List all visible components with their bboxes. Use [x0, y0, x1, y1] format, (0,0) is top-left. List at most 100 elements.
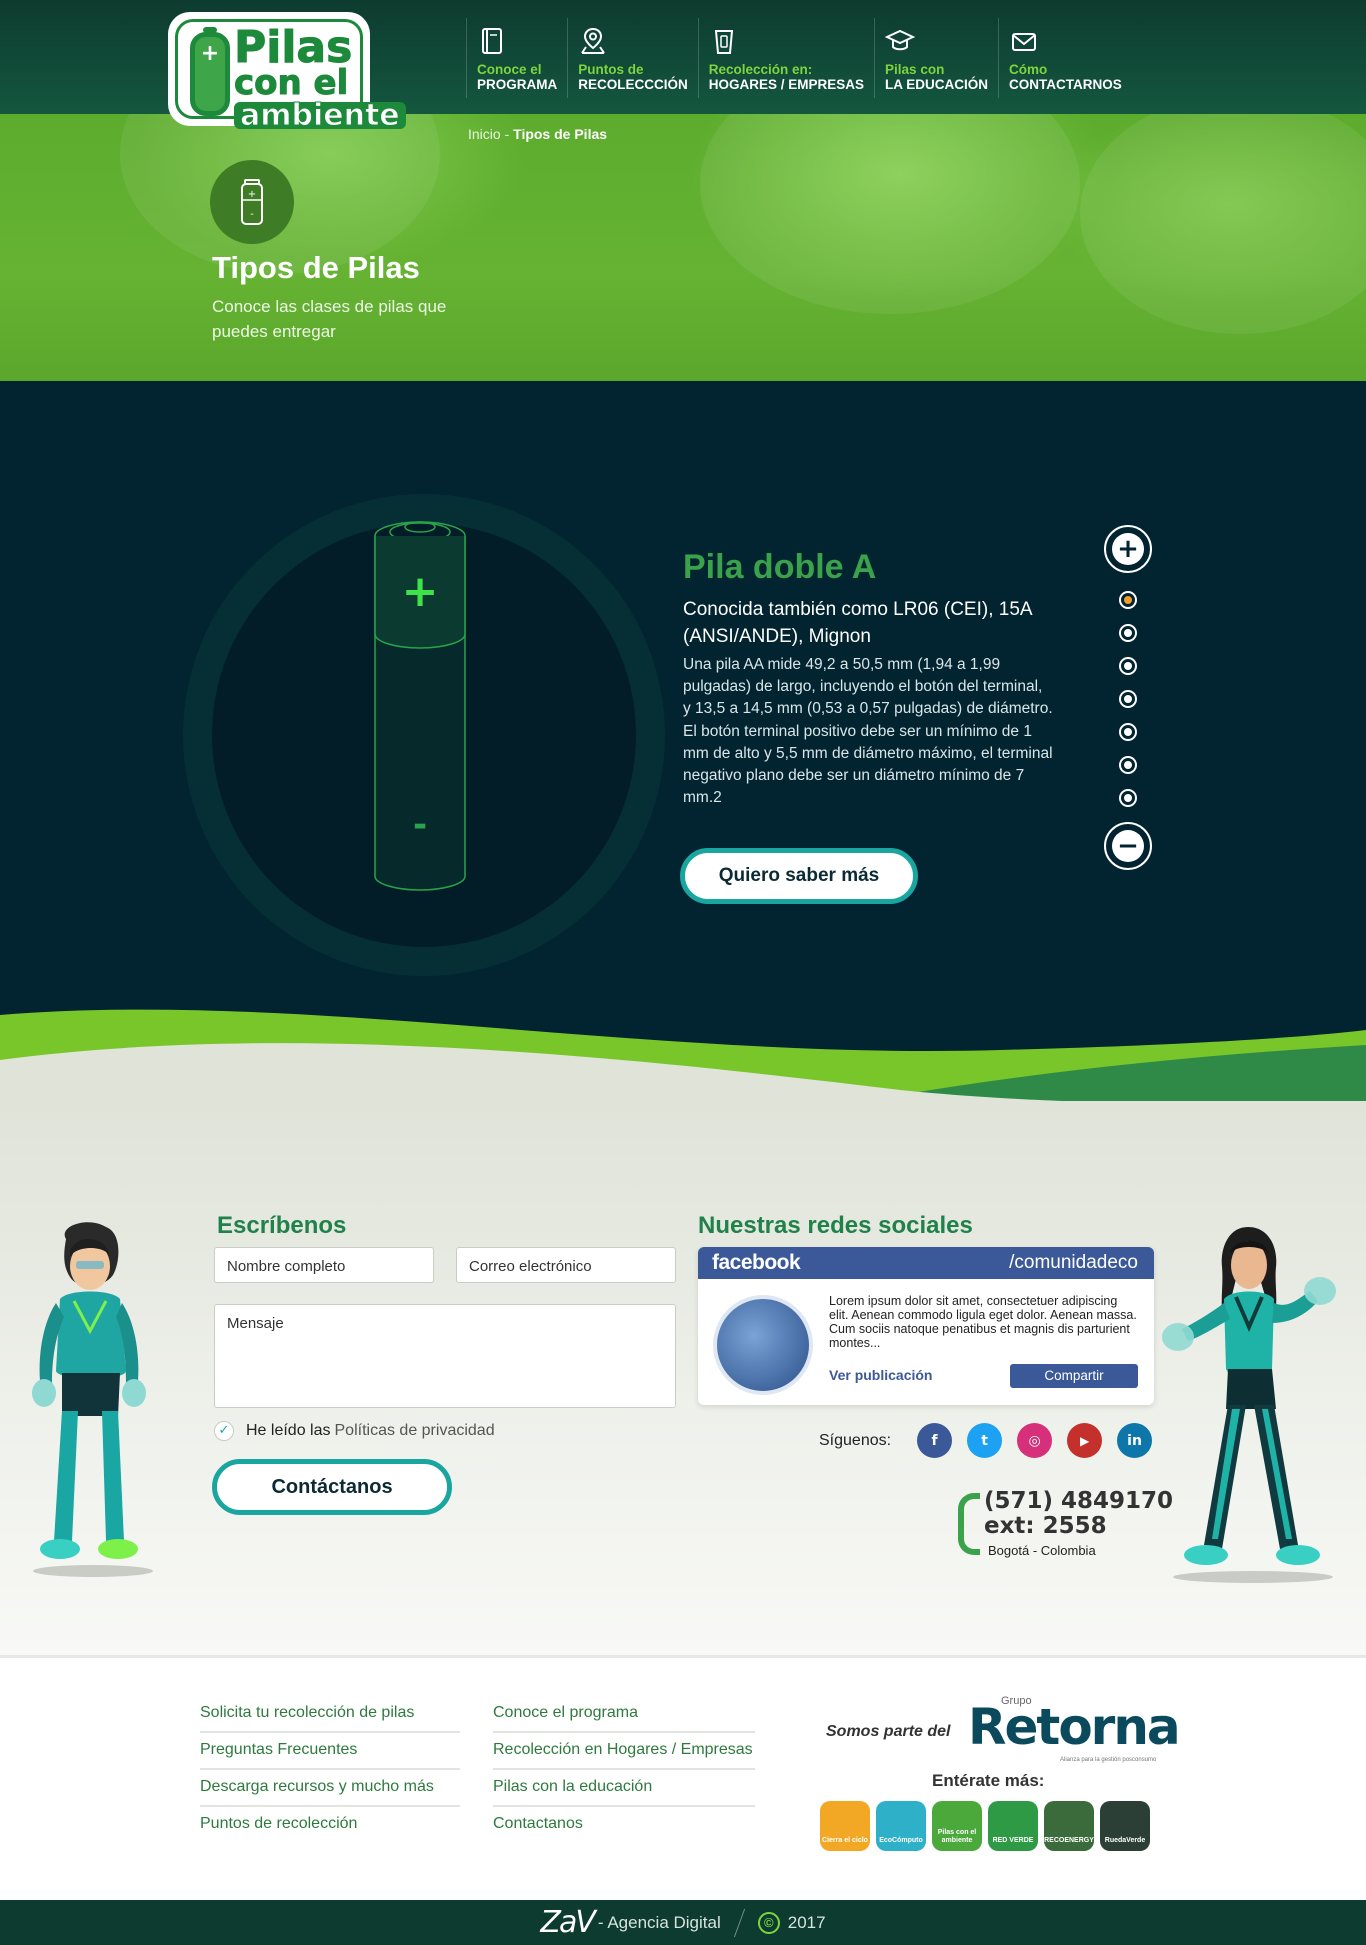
nav-label-bottom: RECOLECCCIÓN [578, 77, 688, 92]
share-button[interactable]: Compartir [1010, 1364, 1138, 1388]
message-field[interactable]: Mensaje [214, 1304, 676, 1408]
twitter-icon[interactable]: t [967, 1423, 1003, 1458]
nav-label-bottom: CONTACTARNOS [1009, 77, 1122, 92]
page-hero: Inicio - Tipos de Pilas + - Tipos de Pil… [0, 114, 1366, 381]
linkedin-icon[interactable]: in [1117, 1423, 1153, 1458]
facebook-brand: facebook [712, 1251, 801, 1274]
plus-icon: + [1112, 533, 1144, 565]
slider-dot[interactable] [1119, 789, 1137, 807]
privacy-consent: ✓ He leído las Políticas de privacidad [214, 1421, 495, 1441]
nav-label-bottom: PROGRAMA [477, 77, 558, 92]
retorna-wordmark: Retorna [968, 1698, 1181, 1756]
footer-link[interactable]: Puntos de recolección [200, 1807, 460, 1842]
footer-link[interactable]: Conoce el programa [493, 1696, 755, 1733]
slider-dot[interactable] [1119, 591, 1137, 609]
nav-item-contacto[interactable]: Cómo CONTACTARNOS [998, 18, 1132, 98]
pilas-badge[interactable]: Pilas con el ambiente [932, 1801, 982, 1851]
credits-divider [733, 1908, 745, 1937]
breadcrumb-separator: - [500, 126, 514, 142]
slider-dots [1104, 591, 1152, 807]
main-nav: Conoce el PROGRAMA Puntos de RECOLECCCIÓ… [466, 18, 1132, 98]
graduation-cap-icon [885, 29, 916, 51]
logo-line-1: Pilas [234, 22, 353, 73]
privacy-policy-link[interactable]: Políticas de privacidad [335, 1422, 495, 1440]
name-field[interactable]: Nombre completo [214, 1247, 434, 1283]
footer-link[interactable]: Contactanos [493, 1807, 755, 1842]
page-title: Tipos de Pilas [212, 250, 420, 285]
boy-mascot-illustration [32, 1222, 153, 1577]
privacy-label: He leído las [246, 1422, 331, 1439]
nav-label-top: Cómo [1009, 62, 1048, 77]
nav-label-top: Puntos de [578, 62, 644, 77]
site-footer: Solicita tu recolección de pilas Pregunt… [0, 1655, 1366, 1900]
social-title: Nuestras redes sociales [698, 1212, 973, 1239]
recoenergy-badge[interactable]: RECOENERGY [1044, 1801, 1094, 1851]
view-post-link[interactable]: Ver publicación [829, 1367, 932, 1383]
logo-wordmark: Pilas con el ambiente [234, 22, 406, 131]
svg-text:+: + [248, 189, 256, 200]
aa-battery-illustration: + - [374, 521, 466, 891]
girl-mascot-illustration [1162, 1227, 1336, 1583]
nav-item-recoleccion[interactable]: Recolección en: HOGARES / EMPRESAS [697, 18, 874, 98]
hero-bokeh [1080, 114, 1366, 334]
book-icon [482, 28, 502, 54]
battery-type-title: Pila doble A [683, 548, 877, 586]
ecocomputo-badge[interactable]: EcoCómputo [876, 1801, 926, 1851]
nav-item-puntos[interactable]: Puntos de RECOLECCCIÓN [567, 18, 698, 98]
youtube-icon[interactable]: ▶ [1067, 1423, 1103, 1458]
battery-minus-sign: - [413, 805, 427, 845]
agency-logo[interactable]: ZaV [540, 1905, 595, 1940]
footer-link[interactable]: Solicita tu recolección de pilas [200, 1696, 460, 1733]
breadcrumb-current: Tipos de Pilas [513, 126, 608, 142]
facebook-post-image [713, 1295, 813, 1395]
footer-link[interactable]: Descarga recursos y mucho más [200, 1770, 460, 1807]
privacy-checkbox[interactable]: ✓ [214, 1421, 234, 1441]
slider-prev-button[interactable]: + [1104, 525, 1152, 573]
map-pin-icon [581, 27, 606, 54]
agency-label: - Agencia Digital [597, 1912, 721, 1932]
phone-number: (571) 4849170 [984, 1488, 1174, 1514]
battery-plus-sign: + [402, 566, 439, 617]
hero-bokeh [700, 114, 1080, 314]
nav-item-programa[interactable]: Conoce el PROGRAMA [466, 18, 567, 98]
ruedaverde-badge[interactable]: RuedaVerde [1100, 1801, 1150, 1851]
hero-badge: + - [210, 160, 294, 244]
slider-dot[interactable] [1119, 756, 1137, 774]
retorna-tagline: Alianza para la gestión posconsumo [1060, 1757, 1157, 1763]
footer-link[interactable]: Preguntas Frecuentes [200, 1733, 460, 1770]
facebook-card-header: facebook /comunidadeco [698, 1247, 1154, 1279]
slider-dot[interactable] [1119, 624, 1137, 642]
nav-label-bottom: LA EDUCACIÓN [885, 77, 989, 92]
footer-link[interactable]: Recolección en Hogares / Empresas [493, 1733, 755, 1770]
battery-type-description: Una pila AA mide 49,2 a 50,5 mm (1,94 a … [683, 656, 1053, 807]
facebook-icon[interactable]: f [917, 1423, 953, 1458]
footer-links-col-1: Solicita tu recolección de pilas Pregunt… [200, 1696, 460, 1842]
red-verde-badge[interactable]: RED VERDE [988, 1801, 1038, 1851]
slider-dot[interactable] [1119, 723, 1137, 741]
instagram-icon[interactable]: ◎ [1017, 1423, 1053, 1458]
nav-label-top: Pilas con [885, 62, 945, 77]
cierra-el-ciclo-badge[interactable]: Cierra el ciclo [820, 1801, 870, 1851]
slider-dot[interactable] [1119, 690, 1137, 708]
contact-phone-block: (571) 4849170 ext: 2558 Bogotá - Colombi… [958, 1489, 1173, 1558]
learn-more-button[interactable]: Quiero saber más [680, 848, 918, 904]
contact-submit-button[interactable]: Contáctanos [212, 1459, 452, 1515]
site-logo[interactable]: + Pilas con el ambiente [168, 12, 406, 131]
battery-bin-icon [714, 30, 733, 54]
breadcrumb-home[interactable]: Inicio [468, 126, 501, 142]
follow-label: Síguenos: [819, 1431, 892, 1449]
footer-link[interactable]: Pilas con la educación [493, 1770, 755, 1807]
nav-item-educacion[interactable]: Pilas con LA EDUCACIÓN [874, 18, 998, 98]
logo-battery-icon: + [190, 27, 230, 116]
facebook-handle[interactable]: /comunidadeco [1009, 1252, 1138, 1274]
phone-bracket [958, 1493, 980, 1555]
slider-next-button[interactable]: − [1104, 822, 1152, 870]
slider-dot[interactable] [1119, 657, 1137, 675]
copyright-year: 2017 [787, 1912, 826, 1932]
email-field[interactable]: Correo electrónico [456, 1247, 676, 1283]
breadcrumb: Inicio - Tipos de Pilas [468, 126, 607, 142]
battery-icon: + - [241, 179, 263, 225]
nav-label-top: Recolección en: [708, 62, 813, 77]
form-title: Escríbenos [217, 1212, 347, 1239]
minus-icon: − [1112, 830, 1144, 862]
